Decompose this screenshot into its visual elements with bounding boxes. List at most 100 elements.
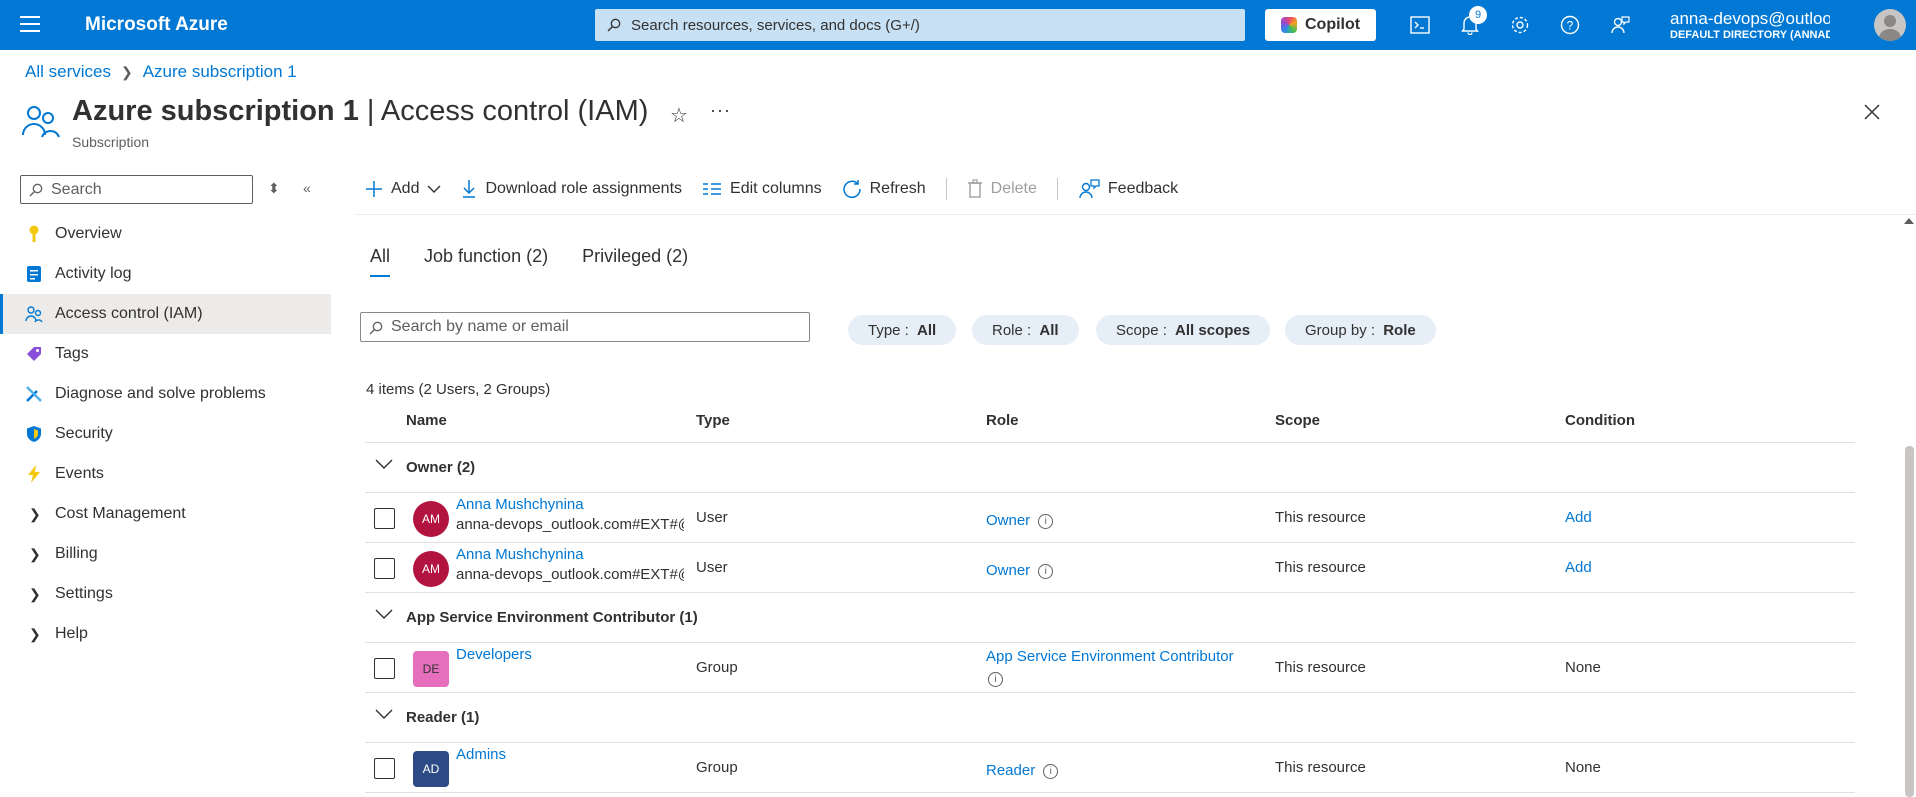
close-icon[interactable] xyxy=(1864,104,1880,125)
cloud-shell-icon[interactable] xyxy=(1407,12,1433,38)
add-button[interactable]: Add xyxy=(365,180,441,198)
global-search-input[interactable]: Search resources, services, and docs (G+… xyxy=(595,9,1245,41)
sort-updown-icon[interactable]: ⬍ xyxy=(268,180,280,197)
account-avatar[interactable] xyxy=(1874,9,1906,41)
sidebar-item-activity-log[interactable]: Activity log xyxy=(0,254,331,294)
column-header-type[interactable]: Type xyxy=(696,412,730,429)
role-link[interactable]: Reader xyxy=(986,762,1035,779)
group-header-app-service-environment-contributor[interactable]: App Service Environment Contributor (1) xyxy=(365,593,1855,643)
tab-all[interactable]: All xyxy=(370,246,391,277)
row-checkbox[interactable] xyxy=(374,658,395,679)
breadcrumb-all-services[interactable]: All services xyxy=(25,62,111,82)
column-header-name[interactable]: Name xyxy=(406,412,447,429)
info-icon[interactable]: i xyxy=(1038,563,1054,579)
sidebar-item-tags[interactable]: Tags xyxy=(0,334,331,374)
breadcrumb-subscription[interactable]: Azure subscription 1 xyxy=(143,62,297,82)
account-menu[interactable]: anna-devops@outlook.... DEFAULT DIRECTOR… xyxy=(1670,9,1830,41)
sidebar-item-overview[interactable]: Overview xyxy=(0,214,331,254)
notification-count-badge: 9 xyxy=(1469,6,1487,24)
sidebar-item-security[interactable]: Security xyxy=(0,414,331,454)
role-assignments-table: Name Type Role Scope Condition Owner (2)… xyxy=(365,405,1855,793)
edit-columns-label: Edit columns xyxy=(730,180,822,197)
account-name: anna-devops@outlook.... xyxy=(1670,9,1830,28)
delete-button[interactable]: Delete xyxy=(967,179,1037,199)
hamburger-menu-icon[interactable] xyxy=(20,16,40,34)
more-options-icon[interactable]: ··· xyxy=(710,100,731,121)
role-filter-value: All xyxy=(1039,321,1059,339)
sidebar-item-settings[interactable]: ❯ Settings xyxy=(0,574,331,614)
info-icon[interactable]: i xyxy=(1043,763,1059,779)
tab-privileged[interactable]: Privileged (2) xyxy=(582,246,688,277)
help-question-icon[interactable]: ? xyxy=(1557,12,1583,38)
row-checkbox[interactable] xyxy=(374,758,395,779)
scope-filter-pill[interactable]: Scope : All scopes xyxy=(1096,315,1271,345)
row-checkbox[interactable] xyxy=(374,558,395,579)
column-header-condition[interactable]: Condition xyxy=(1565,412,1635,429)
groupby-filter-pill[interactable]: Group by : Role xyxy=(1285,315,1436,345)
groupby-filter-value: Role xyxy=(1383,321,1416,339)
key-icon xyxy=(25,225,43,243)
info-icon[interactable]: i xyxy=(988,671,1003,687)
sidebar-search-input[interactable]: Search xyxy=(20,175,253,204)
add-label: Add xyxy=(391,180,420,197)
collapse-sidebar-icon[interactable]: « xyxy=(303,180,311,196)
refresh-button[interactable]: Refresh xyxy=(842,179,926,199)
principal-email: anna-devops_outlook.com#EXT#@annadevopso… xyxy=(456,516,684,533)
sidebar-item-diagnose[interactable]: Diagnose and solve problems xyxy=(0,374,331,414)
scope-cell: This resource xyxy=(1275,759,1366,776)
type-filter-label: Type : xyxy=(868,321,914,339)
sidebar-item-label: Cost Management xyxy=(55,505,186,522)
avatar: AM xyxy=(413,551,449,587)
brand-name[interactable]: Microsoft Azure xyxy=(85,14,228,36)
chevron-right-icon: ❯ xyxy=(120,63,133,80)
row-checkbox[interactable] xyxy=(374,508,395,529)
feedback-button[interactable]: Feedback xyxy=(1078,179,1178,199)
scope-cell: This resource xyxy=(1275,559,1366,576)
settings-gear-icon[interactable] xyxy=(1507,12,1533,38)
download-label: Download role assignments xyxy=(485,180,683,197)
search-icon xyxy=(369,321,383,335)
group-header-reader[interactable]: Reader (1) xyxy=(365,693,1855,743)
edit-columns-button[interactable]: Edit columns xyxy=(702,180,822,198)
name-email-search-input[interactable]: Search by name or email xyxy=(360,312,810,342)
role-cell: Owner i xyxy=(986,512,1054,529)
vertical-scrollbar[interactable] xyxy=(1902,214,1916,797)
chevron-down-icon xyxy=(375,459,393,469)
condition-add-link[interactable]: Add xyxy=(1565,559,1592,576)
type-filter-pill[interactable]: Type : All xyxy=(848,315,957,345)
role-link[interactable]: App Service Environment Contributor xyxy=(986,648,1234,665)
svg-text:?: ? xyxy=(1567,19,1574,33)
principal-name-link[interactable]: Anna Mushchynina xyxy=(456,496,584,513)
column-header-scope[interactable]: Scope xyxy=(1275,412,1320,429)
chevron-right-icon: ❯ xyxy=(29,626,41,642)
sidebar-item-events[interactable]: Events xyxy=(0,454,331,494)
role-link[interactable]: Owner xyxy=(986,562,1030,579)
sidebar-item-billing[interactable]: ❯ Billing xyxy=(0,534,331,574)
sidebar-nav: Overview Activity log Access control (IA… xyxy=(0,214,331,654)
scrollbar-thumb[interactable] xyxy=(1905,446,1914,797)
groupby-filter-label: Group by : xyxy=(1305,321,1380,339)
scroll-up-arrow-icon[interactable] xyxy=(1904,218,1914,224)
lightning-icon xyxy=(25,465,43,483)
column-header-role[interactable]: Role xyxy=(986,412,1019,429)
role-link[interactable]: Owner xyxy=(986,512,1030,529)
group-label: Owner (2) xyxy=(406,459,476,476)
feedback-label: Feedback xyxy=(1107,180,1179,197)
group-header-owner[interactable]: Owner (2) xyxy=(365,443,1855,493)
download-role-assignments-button[interactable]: Download role assignments xyxy=(461,179,682,199)
avatar: DE xyxy=(413,651,449,687)
feedback-person-icon[interactable] xyxy=(1607,12,1633,38)
tab-job-function[interactable]: Job function (2) xyxy=(424,246,548,277)
sidebar-item-help[interactable]: ❯ Help xyxy=(0,614,331,654)
principal-name-link[interactable]: Anna Mushchynina xyxy=(456,546,584,563)
condition-add-link[interactable]: Add xyxy=(1565,509,1592,526)
favorite-star-icon[interactable]: ☆ xyxy=(670,103,688,128)
principal-name-link[interactable]: Developers xyxy=(456,646,532,663)
table-row: AD Admins Group Reader i This resource No… xyxy=(365,743,1855,793)
info-icon[interactable]: i xyxy=(1038,513,1054,529)
role-filter-pill[interactable]: Role : All xyxy=(972,315,1079,345)
sidebar-item-access-control[interactable]: Access control (IAM) xyxy=(0,294,331,334)
copilot-button[interactable]: Copilot xyxy=(1265,9,1376,41)
sidebar-item-cost-management[interactable]: ❯ Cost Management xyxy=(0,494,331,534)
principal-name-link[interactable]: Admins xyxy=(456,746,506,763)
